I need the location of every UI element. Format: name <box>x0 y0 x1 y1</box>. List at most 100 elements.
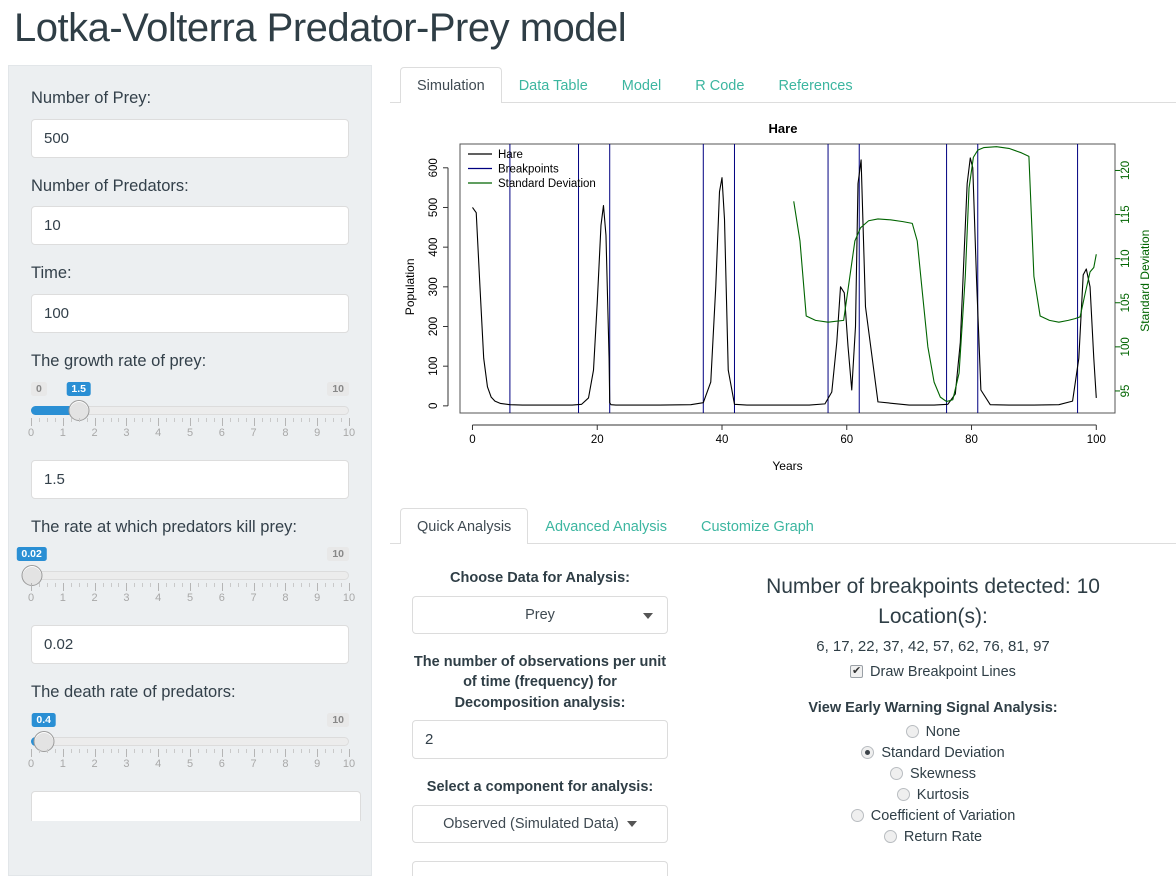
slider-tick <box>150 417 152 422</box>
slider-tick <box>229 417 231 422</box>
slider-tick <box>102 417 104 422</box>
main-tabbar: Simulation Data Table Model R Code Reference… <box>390 65 1176 103</box>
radio-button-icon <box>896 788 910 802</box>
slider-tick-label: 1 <box>59 592 66 605</box>
radio-label: None <box>925 723 961 740</box>
tab-advanced-analysis[interactable]: Advanced Analysis <box>528 508 684 545</box>
radio-skewness[interactable]: Skewness <box>690 766 1176 782</box>
slider-tick <box>190 583 191 592</box>
slider-tick <box>126 583 128 592</box>
radio-coefficient-of-variation[interactable]: Coefficient of Variation <box>690 808 1176 824</box>
input-predator-death-rate-partial[interactable] <box>31 790 361 821</box>
slider-ticks <box>31 417 350 426</box>
slider-tick-labels: 0 1 2 3 4 5 6 7 8 9 10 <box>28 426 355 441</box>
label-component: Select a component for analysis: <box>426 779 654 796</box>
slider-tick <box>197 748 199 753</box>
tab-simulation[interactable]: Simulation <box>400 66 502 103</box>
slider-predation-rate[interactable]: 10 0.02 0 1 2 3 4 5 6 7 8 9 10 <box>16 547 355 615</box>
slider-tick-label: 4 <box>155 426 162 439</box>
checkbox-draw-breakpoint-lines-label: Draw Breakpoint Lines <box>870 663 1016 680</box>
slider-tick <box>333 748 335 753</box>
slider-tick <box>190 748 191 757</box>
tab-data-table[interactable]: Data Table <box>502 67 605 104</box>
radio-return-rate[interactable]: Return Rate <box>690 829 1176 845</box>
tab-quick-analysis[interactable]: Quick Analysis <box>400 507 529 544</box>
slider-tick <box>126 748 128 757</box>
slider-tick <box>94 748 96 757</box>
select-choose-data[interactable]: Prey <box>412 595 668 634</box>
partial-next-control[interactable] <box>412 860 668 876</box>
radio-button-icon <box>905 725 919 739</box>
slider-tick <box>118 583 120 588</box>
slider-tick <box>46 748 48 753</box>
slider-tick <box>341 748 343 753</box>
y2-tick-label: 100 <box>1120 337 1132 356</box>
select-component[interactable]: Observed (Simulated Data) <box>412 804 668 843</box>
y-tick-label: 400 <box>428 238 440 257</box>
tab-references[interactable]: References <box>761 67 869 104</box>
slider-tick <box>341 417 343 422</box>
label-number-of-prey: Number of Prey: <box>31 89 152 107</box>
input-predation-rate[interactable]: 0.02 <box>31 625 349 665</box>
radio-label: Kurtosis <box>916 786 970 803</box>
slider-tick <box>349 417 350 426</box>
slider-tick <box>285 417 287 426</box>
slider-tick-label: 10 <box>342 757 356 770</box>
slider-value-tooltip: 0.4 <box>31 712 57 727</box>
slider-max-label: 10 <box>327 547 349 562</box>
x-axis-label: Years <box>772 459 802 473</box>
tab-customize-graph[interactable]: Customize Graph <box>684 508 831 545</box>
tab-r-code[interactable]: R Code <box>678 67 761 104</box>
radio-kurtosis[interactable]: Kurtosis <box>690 787 1176 803</box>
slider-ticks <box>31 583 350 592</box>
input-number-of-predators[interactable]: 10 <box>31 206 349 246</box>
breakpoints-column: Number of breakpoints detected: 10 Locat… <box>690 568 1176 876</box>
slider-rail[interactable] <box>31 736 349 746</box>
input-time[interactable]: 100 <box>31 293 349 333</box>
slider-growth-rate-of-prey[interactable]: 0 10 1.5 0 1 2 3 4 5 6 7 8 9 10 <box>28 381 355 450</box>
y2-tick-label: 95 <box>1120 385 1132 398</box>
series-standard-deviation <box>793 146 1097 403</box>
slider-tick-label: 7 <box>250 757 257 770</box>
slider-tick <box>174 748 176 753</box>
x-tick-label: 60 <box>840 434 853 446</box>
slider-predator-death-rate[interactable]: 10 0.4 0 1 2 3 4 5 6 7 8 9 10 <box>28 712 355 781</box>
slider-tick <box>269 583 271 588</box>
label-predation-rate: The rate at which predators kill prey: <box>31 517 297 536</box>
slider-tick <box>293 583 295 588</box>
slider-tick-label: 8 <box>282 592 289 605</box>
radio-none[interactable]: None <box>690 724 1176 740</box>
slider-rail[interactable] <box>31 571 349 581</box>
y2-tick-label: 120 <box>1120 161 1132 180</box>
slider-tick <box>237 748 239 753</box>
page-title: Lotka-Volterra Predator-Prey model <box>14 6 627 50</box>
radio-label: Return Rate <box>903 828 983 845</box>
input-frequency[interactable]: 2 <box>412 720 668 760</box>
input-number-of-prey[interactable]: 500 <box>31 118 349 158</box>
y-tick-label: 0 <box>428 403 440 409</box>
slider-tick <box>261 417 263 422</box>
slider-tick <box>277 748 279 753</box>
slider-tick <box>102 583 104 588</box>
input-growth-rate-of-prey[interactable]: 1.5 <box>31 459 349 499</box>
field-predator-death-rate: The death rate of predators: 10 0.4 0 1 2 3… <box>28 682 361 821</box>
slider-tick <box>150 748 152 753</box>
slider-tick <box>102 748 104 753</box>
slider-tick-labels: 0 1 2 3 4 5 6 7 8 9 10 <box>28 592 355 606</box>
y2-tick-label: 115 <box>1120 205 1132 223</box>
slider-tick <box>126 417 128 426</box>
radio-standard-deviation[interactable]: Standard Deviation <box>690 745 1176 761</box>
label-choose-data: Choose Data for Analysis: <box>450 570 630 586</box>
slider-tick <box>54 748 56 753</box>
slider-tick <box>78 417 80 422</box>
slider-tick-label: 5 <box>186 757 194 770</box>
label-frequency: The number of observations per unit of t… <box>413 653 667 711</box>
checkbox-draw-breakpoint-lines[interactable]: ✔ Draw Breakpoint Lines <box>690 664 1176 680</box>
slider-tick <box>38 417 40 422</box>
check-icon: ✔ <box>850 665 864 679</box>
slider-tick <box>205 583 207 588</box>
slider-tick <box>317 748 319 757</box>
tab-model[interactable]: Model <box>605 67 679 104</box>
slider-tick <box>150 583 152 588</box>
slider-tick <box>31 748 32 757</box>
